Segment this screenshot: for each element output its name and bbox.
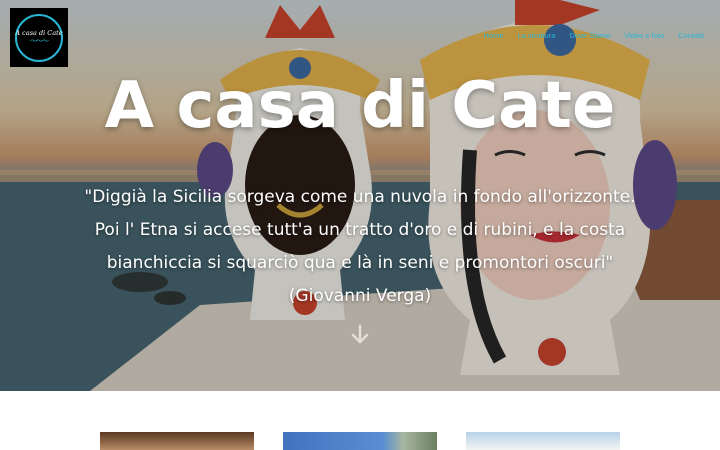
nav-video-e-foto[interactable]: Video e foto — [624, 31, 664, 40]
quote-line: bianchiccia si squarciò qua e là in seni… — [106, 253, 614, 273]
logo-text: A casa di Cate — [15, 28, 63, 37]
nav-dove-siamo[interactable]: Dove Siamo — [569, 31, 610, 40]
nav-contatti[interactable]: Contatti — [678, 31, 704, 40]
quote-line: Poi l' Etna si accese tutt'a un tratto d… — [94, 220, 626, 240]
site-logo[interactable]: A casa di Cate 〜〜〜 — [10, 8, 68, 67]
arrow-down-icon[interactable] — [350, 324, 370, 346]
logo-ring: A casa di Cate 〜〜〜 — [15, 13, 63, 62]
nav-home[interactable]: Home — [483, 31, 503, 40]
gallery-thumbnail-1[interactable] — [100, 432, 254, 450]
main-nav: Home La struttura Dove Siamo Video e fot… — [483, 31, 704, 40]
nav-la-struttura[interactable]: La struttura — [517, 31, 555, 40]
gallery-thumbnail-2[interactable] — [283, 432, 437, 450]
quote-author: (Giovanni Verga) — [288, 286, 432, 306]
quote-line: "Diggià la Sicilia sorgeva come una nuvo… — [84, 187, 636, 207]
gallery-thumbnail-3[interactable] — [466, 432, 620, 450]
hero-quote: "Diggià la Sicilia sorgeva come una nuvo… — [40, 181, 680, 313]
hero-title: A casa di Cate — [104, 69, 616, 143]
hero-section: A casa di Cate 〜〜〜 Home La struttura Dov… — [0, 0, 720, 391]
logo-wave-icon: 〜〜〜 — [30, 37, 49, 46]
